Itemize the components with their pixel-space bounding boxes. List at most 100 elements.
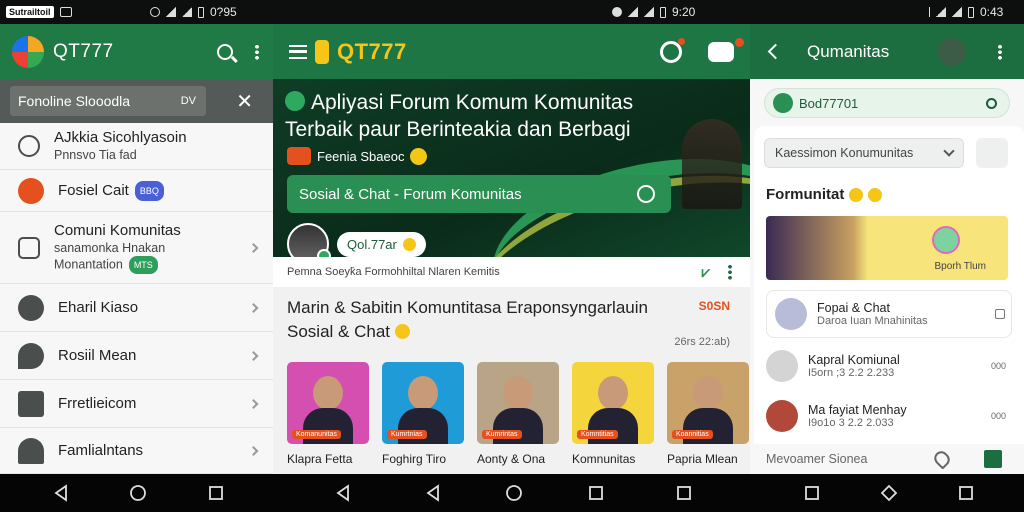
back-icon[interactable]: [52, 484, 70, 502]
battery-icon: [198, 6, 204, 18]
recents-icon[interactable]: [587, 484, 605, 502]
hero-cta-label: Sosial & Chat - Forum Komunitas: [299, 185, 522, 203]
chat-icon[interactable]: [708, 37, 744, 62]
gauge-icon: [18, 294, 44, 321]
app-logo-icon: [773, 93, 793, 113]
community-filter-select[interactable]: Kaessimon Konumunitas: [764, 138, 964, 168]
list-item[interactable]: Ma fayiat Menhay I9o1o 3 2.2 2.033 000: [766, 392, 1012, 440]
card-face: [313, 376, 343, 410]
hero-cta-button[interactable]: Sosial & Chat - Forum Komunitas: [287, 175, 671, 213]
heart-icon[interactable]: [931, 448, 953, 470]
drawer-item-badge: BBQ: [134, 180, 164, 201]
recents-icon[interactable]: [675, 484, 693, 502]
drawer-item-6[interactable]: Famlialntans: [0, 428, 273, 474]
drawer-item-label: Comuni Komunitas: [54, 221, 181, 239]
filter-button[interactable]: [976, 138, 1008, 168]
home-icon[interactable]: [880, 484, 898, 502]
brand-icon: [287, 147, 311, 165]
search-icon[interactable]: [986, 97, 997, 109]
avatar[interactable]: [938, 38, 966, 66]
more-menu-icon[interactable]: [728, 264, 732, 280]
community-card[interactable]: Komanunitas Klapra Fetta: [287, 362, 369, 466]
community-card-panel: Kaessimon Konumunitas Formunitat Bporh T…: [754, 126, 1024, 471]
more-menu-icon[interactable]: [998, 44, 1002, 60]
people-icon: [18, 437, 44, 464]
list-item-title: Kapral Komiunal: [808, 353, 900, 367]
user-name: Qol.77ar: [347, 236, 397, 252]
battery-icon-3: [968, 6, 974, 18]
list-item[interactable]: Fopai & Chat Daroa Iuan Mnahinitas: [766, 290, 1012, 338]
drawer-item-sub: sanamonka Hnakan: [54, 240, 166, 255]
signal-icon-3: [644, 7, 654, 17]
card-caption: Papria Mlean: [667, 452, 738, 466]
notification-icon[interactable]: [660, 37, 685, 63]
drawer-search-input[interactable]: Fonoline Slooodla DV: [10, 86, 206, 116]
search-icon[interactable]: [217, 43, 233, 60]
recents-icon[interactable]: [803, 484, 821, 502]
status-time-middle: 9:20: [672, 5, 696, 19]
card-tag: Kumrtnias: [387, 430, 427, 439]
drawer-item-1[interactable]: Fosiel Cait BBQ: [0, 170, 273, 212]
drawer-item-label: Fosiel Cait: [58, 181, 129, 199]
home-icon[interactable]: [505, 484, 523, 502]
close-icon[interactable]: ✕: [236, 89, 253, 114]
community-card[interactable]: Kumrintas Aonty & Ona: [477, 362, 559, 466]
avatar: [766, 400, 798, 432]
card-caption: Foghirg Tiro: [382, 452, 447, 466]
recents-icon[interactable]: [207, 484, 225, 502]
section-heading: Formunitat: [766, 186, 883, 203]
card-image: Kumrtnias: [382, 362, 464, 444]
forum-appbar: QT777: [273, 24, 750, 79]
drawer-item-0[interactable]: AJkkia Sicohlyasoin Pnnsvo Tia fad: [0, 123, 273, 170]
community-cards: Komanunitas Klapra Fetta Kumrtnias Foghi…: [287, 362, 750, 466]
section-heading-text: Formunitat: [766, 186, 845, 203]
avatar: [775, 298, 807, 330]
lock-icon: [995, 309, 1005, 319]
see-all-link[interactable]: S0SN: [699, 299, 730, 313]
orange-avatar-icon: [18, 177, 44, 204]
drawer-list: AJkkia Sicohlyasoin Pnnsvo Tia fad Fosie…: [0, 123, 273, 474]
drawer-search-bar: Fonoline Slooodla DV ✕: [0, 79, 273, 123]
community-card[interactable]: Koannitias Papria Mlean: [667, 362, 749, 466]
community-search-input[interactable]: Bod77701: [764, 88, 1010, 118]
card-tag: Kumrintas: [482, 430, 522, 439]
community-card[interactable]: Komntitias Komnunitas: [572, 362, 654, 466]
section-title: Marin & Sabitin Komuntitasa Eraponsyngar…: [287, 298, 648, 317]
more-menu-icon[interactable]: [255, 43, 259, 60]
card-image: Kumrintas: [477, 362, 559, 444]
chevron-right-icon: [248, 242, 259, 253]
system-nav-bar: [0, 474, 1024, 512]
banner-badge-icon: [932, 226, 960, 254]
trend-icon[interactable]: ⩗: [702, 264, 710, 281]
smile-emoji-icon: [410, 147, 428, 165]
dnd-icon: [612, 7, 622, 17]
drawer-item-2[interactable]: Comuni Komunitas sanamonka Hnakan Monant…: [0, 212, 273, 284]
drawer-item-4[interactable]: Rosiil Mean: [0, 332, 273, 380]
community-card[interactable]: Kumrtnias Foghirg Tiro: [382, 362, 464, 466]
card-image: Komanunitas: [287, 362, 369, 444]
gift-icon[interactable]: [984, 450, 1002, 468]
card-tag: Komntitias: [577, 430, 618, 439]
user-chip[interactable]: Qol.77ar: [337, 231, 426, 257]
list-item[interactable]: Kapral Komiunal I5orn ;3 2.2 2.233 000: [766, 342, 1012, 390]
recents-icon[interactable]: [957, 484, 975, 502]
community-section: Marin & Sabitin Komuntitasa Eraponsyngar…: [287, 296, 740, 348]
post-meta-text: Pemna Soeyk̄a Formohhiltal Nlaren Kemiti…: [287, 266, 500, 278]
filter-label: Kaessimon Konumunitas: [775, 146, 914, 160]
drawer-item-label: AJkkia Sicohlyasoin: [54, 129, 187, 146]
avatar: [766, 350, 798, 382]
bag-icon: [18, 390, 44, 417]
community-appbar: Qumanitas: [750, 24, 1024, 79]
drawer-item-3[interactable]: Eharil Kiaso: [0, 284, 273, 332]
card-face: [503, 376, 533, 410]
home-icon[interactable]: [129, 484, 147, 502]
back-icon[interactable]: [334, 484, 352, 502]
community-banner[interactable]: Bporh Tlum: [766, 216, 1008, 280]
list-item-subtitle: Daroa Iuan Mnahinitas: [817, 315, 928, 327]
notification-icon: [59, 7, 72, 17]
back-icon[interactable]: [424, 484, 442, 502]
back-arrow-icon[interactable]: [767, 43, 784, 60]
hamburger-menu-icon[interactable]: [289, 44, 307, 59]
smile-emoji-icon: [402, 237, 416, 251]
drawer-item-5[interactable]: Frretlieicom: [0, 380, 273, 428]
